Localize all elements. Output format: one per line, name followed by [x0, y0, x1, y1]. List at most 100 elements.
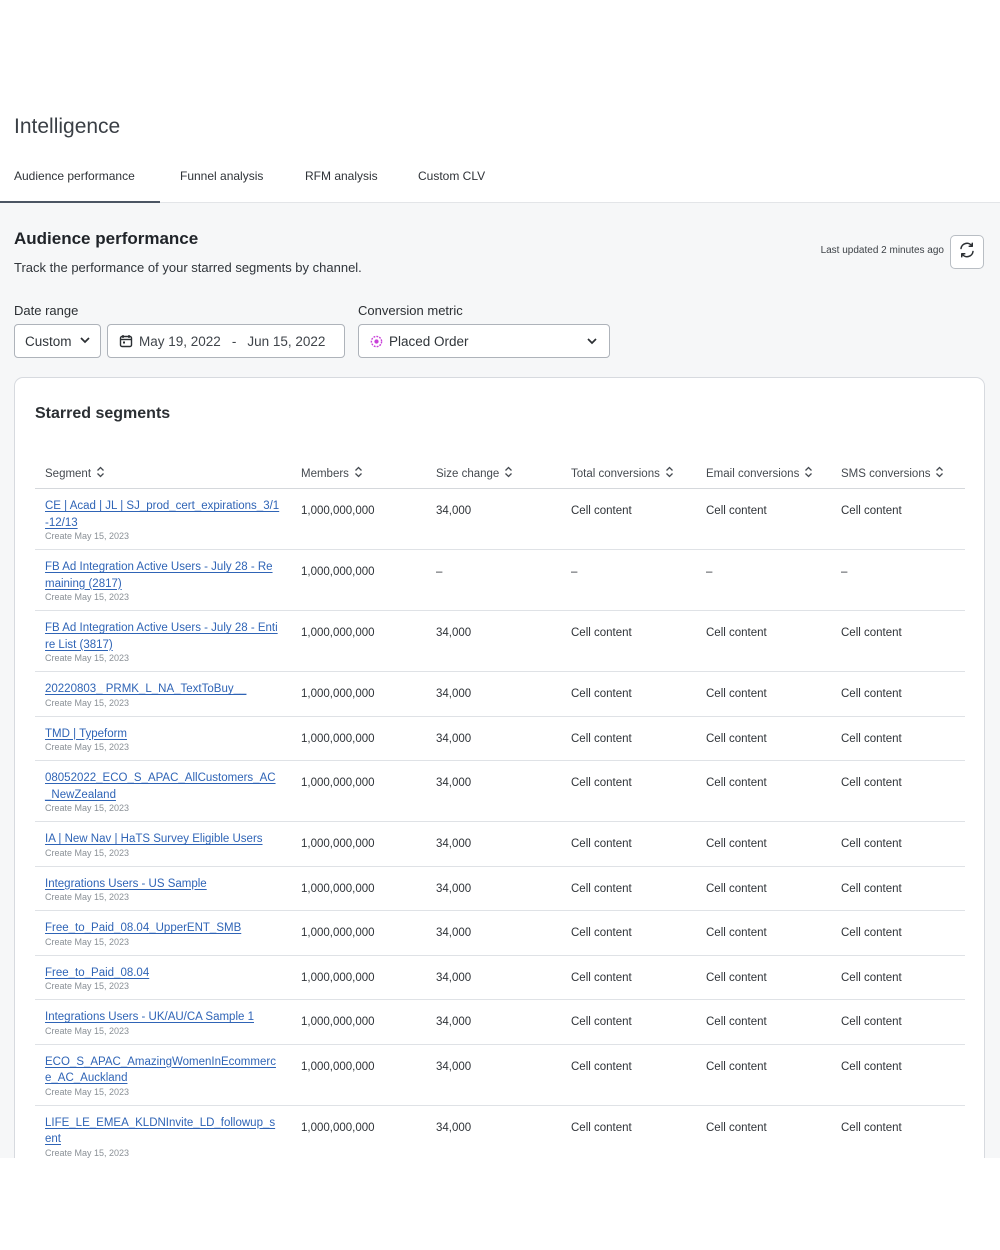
sms-conversions-cell: Cell content	[841, 838, 902, 850]
date-range-input[interactable]: May 19, 2022 - Jun 15, 2022	[107, 324, 345, 358]
content-area: Audience performance Track the performan…	[0, 203, 1000, 1158]
table-row: TMD | Typeform Create May 15, 2023 1,000,0…	[35, 717, 965, 761]
total-conversions-cell: Cell content	[571, 971, 632, 984]
table-row: Free_to_Paid_08.04_UpperENT_SMB Create Ma…	[35, 911, 965, 956]
column-header-label: SMS conversions	[841, 467, 931, 480]
segment-link[interactable]: IA | New Nav | HaTS Survey Eligible User…	[45, 831, 281, 848]
segment-cell: Free_to_Paid_08.04 Create May 15, 2023	[45, 965, 281, 993]
table-header: Segment Members Size change Total conver…	[35, 454, 965, 489]
tab-custom-clv[interactable]: Custom CLV	[418, 158, 485, 203]
column-header-label: Size change	[436, 467, 500, 480]
table-row: FB Ad Integration Active Users - July 28…	[35, 550, 965, 611]
email-conversions-cell: Cell content	[706, 971, 767, 984]
size-change-cell: 34,000	[436, 1121, 472, 1134]
total-conversions-cell: Cell content	[571, 732, 632, 745]
members-cell: 1,000,000,000	[301, 927, 375, 939]
calendar-icon	[119, 334, 133, 348]
segment-link[interactable]: LIFE_LE_EMEA_KLDNInvite_LD_followup_sent	[45, 1115, 281, 1148]
refresh-icon	[958, 241, 976, 264]
date-separator: -	[231, 333, 237, 349]
segment-link[interactable]: 20220803_ PRMK_L_NA_TextToBuy__	[45, 681, 281, 698]
members-cell: 1,000,000,000	[301, 505, 375, 517]
segment-cell: FB Ad Integration Active Users - July 28…	[45, 620, 281, 664]
total-conversions-cell: Cell content	[571, 688, 632, 700]
conversion-metric-select[interactable]: Placed Order	[358, 324, 610, 358]
segment-link[interactable]: Free_to_Paid_08.04	[45, 965, 281, 982]
members-cell: 1,000,000,000	[301, 566, 375, 578]
page-title: Intelligence	[14, 115, 121, 138]
members-cell: 1,000,000,000	[301, 838, 375, 850]
starred-segments-card: Starred segments Segment Members Size ch…	[14, 377, 985, 1158]
segment-created-date: Create May 15, 2023	[45, 592, 130, 602]
table-row: Integrations Users - US Sample Create May…	[35, 867, 965, 911]
table-row: LIFE_LE_EMEA_KLDNInvite_LD_followup_sent…	[35, 1106, 965, 1159]
email-conversions-cell: Cell content	[706, 627, 767, 639]
date-range-mode-select[interactable]: Custom	[14, 324, 101, 358]
date-start: May 19, 2022	[139, 333, 221, 349]
sort-icon	[96, 466, 105, 481]
email-conversions-cell: Cell content	[706, 1060, 767, 1073]
table-row: 20220803_ PRMK_L_NA_TextToBuy__ Create Ma…	[35, 672, 965, 717]
column-header-members[interactable]: Members	[301, 466, 363, 481]
segment-link[interactable]: FB Ad Integration Active Users - July 28…	[45, 620, 281, 653]
members-cell: 1,000,000,000	[301, 1016, 375, 1028]
sms-conversions-cell: Cell content	[841, 688, 902, 700]
total-conversions-cell: –	[571, 566, 578, 578]
column-header-label: Members	[301, 467, 349, 480]
segment-created-date: Create May 15, 2023	[45, 892, 130, 902]
segment-link[interactable]: TMD | Typeform	[45, 726, 281, 743]
sms-conversions-cell: Cell content	[841, 505, 902, 517]
email-conversions-cell: Cell content	[706, 838, 767, 850]
size-change-cell: 34,000	[436, 732, 472, 745]
segment-cell: CE | Acad | JL | SJ_prod_cert_expiration…	[45, 498, 281, 542]
conversion-metric-label: Conversion metric	[358, 303, 463, 318]
column-header-label: Email conversions	[706, 467, 800, 480]
segment-cell: FB Ad Integration Active Users - July 28…	[45, 559, 281, 603]
email-conversions-cell: Cell content	[706, 1121, 767, 1134]
segment-cell: Integrations Users - UK/AU/CA Sample 1 Cr…	[45, 1009, 281, 1037]
section-title: Audience performance	[14, 229, 199, 248]
members-cell: 1,000,000,000	[301, 732, 375, 745]
tab-funnel-analysis[interactable]: Funnel analysis	[180, 158, 263, 203]
email-conversions-cell: Cell content	[706, 882, 767, 895]
segment-created-date: Create May 15, 2023	[45, 1025, 130, 1036]
segment-link[interactable]: ECO_S_APAC_AmazingWomenInEcommerce_AC_Au…	[45, 1054, 281, 1087]
segment-link[interactable]: Integrations Users - US Sample	[45, 876, 281, 893]
conversion-metric-value: Placed Order	[389, 333, 469, 349]
email-conversions-cell: Cell content	[706, 927, 767, 939]
total-conversions-cell: Cell content	[571, 777, 632, 789]
refresh-button[interactable]	[950, 235, 984, 269]
segment-created-date: Create May 15, 2023	[45, 531, 130, 541]
members-cell: 1,000,000,000	[301, 688, 375, 700]
card-title: Starred segments	[35, 405, 171, 422]
segment-created-date: Create May 15, 2023	[45, 742, 130, 752]
segment-link[interactable]: Integrations Users - UK/AU/CA Sample 1	[45, 1009, 281, 1026]
sms-conversions-cell: Cell content	[841, 882, 902, 895]
size-change-cell: 34,000	[436, 971, 472, 984]
sms-conversions-cell: Cell content	[841, 627, 902, 639]
segment-link[interactable]: FB Ad Integration Active Users - July 28…	[45, 559, 281, 592]
members-cell: 1,000,000,000	[301, 777, 375, 789]
segment-created-date: Create May 15, 2023	[45, 1147, 130, 1158]
column-header-size-change[interactable]: Size change	[436, 466, 513, 481]
section-description: Track the performance of your starred se…	[14, 260, 362, 275]
column-header-total-conversions[interactable]: Total conversions	[571, 466, 674, 481]
segment-link[interactable]: Free_to_Paid_08.04_UpperENT_SMB	[45, 920, 281, 937]
sort-icon	[354, 466, 363, 481]
total-conversions-cell: Cell content	[571, 1060, 632, 1073]
members-cell: 1,000,000,000	[301, 627, 375, 639]
column-header-email-conversions[interactable]: Email conversions	[706, 466, 813, 481]
sms-conversions-cell: –	[841, 566, 848, 578]
segment-cell: LIFE_LE_EMEA_KLDNInvite_LD_followup_sent…	[45, 1115, 281, 1159]
segment-link[interactable]: CE | Acad | JL | SJ_prod_cert_expiration…	[45, 498, 281, 531]
date-range-mode-value: Custom	[25, 333, 72, 349]
column-header-segment[interactable]: Segment	[45, 466, 105, 481]
segment-link[interactable]: 08052022_ECO_S_APAC_AllCustomers_AC_NewZ…	[45, 770, 281, 803]
sms-conversions-cell: Cell content	[841, 1016, 902, 1028]
segment-created-date: Create May 15, 2023	[45, 981, 130, 991]
segment-cell: ECO_S_APAC_AmazingWomenInEcommerce_AC_Au…	[45, 1054, 281, 1098]
column-header-sms-conversions[interactable]: SMS conversions	[841, 466, 944, 481]
segment-cell: TMD | Typeform Create May 15, 2023	[45, 726, 281, 754]
tab-audience-performance[interactable]: Audience performance	[0, 158, 160, 204]
tab-rfm-analysis[interactable]: RFM analysis	[305, 158, 378, 203]
